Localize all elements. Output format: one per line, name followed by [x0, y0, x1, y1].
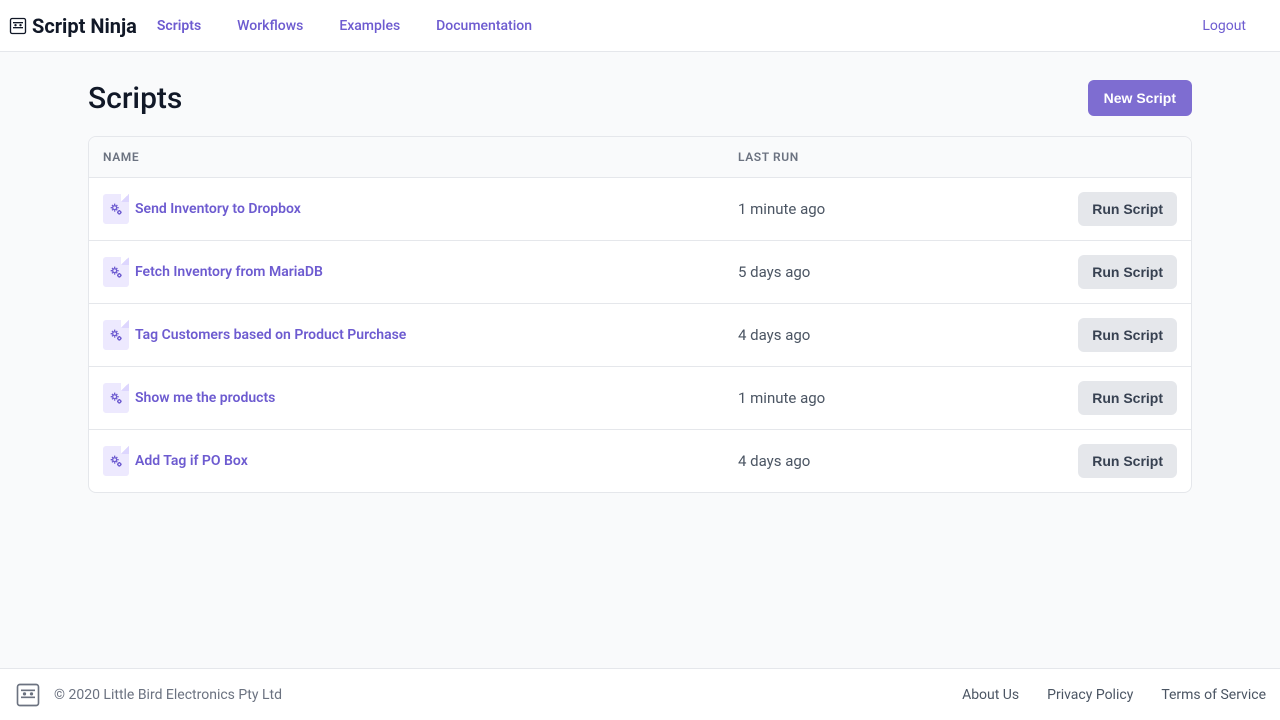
- footer-about-link[interactable]: About Us: [962, 687, 1019, 703]
- last-run-text: 1 minute ago: [738, 389, 1038, 407]
- last-run-text: 1 minute ago: [738, 200, 1038, 218]
- footer: © 2020 Little Bird Electronics Pty Ltd A…: [0, 668, 1280, 720]
- run-script-button[interactable]: Run Script: [1078, 318, 1177, 352]
- page-header: Scripts New Script: [88, 80, 1192, 116]
- table-row: Fetch Inventory from MariaDB 5 days ago …: [89, 241, 1191, 304]
- script-name-link[interactable]: Fetch Inventory from MariaDB: [135, 264, 323, 280]
- last-run-text: 4 days ago: [738, 326, 1038, 344]
- main-nav: Scripts Workflows Examples Documentation: [157, 18, 532, 34]
- main-content: Scripts New Script Name Last Run Send In…: [0, 52, 1280, 668]
- table-row: Send Inventory to Dropbox 1 minute ago R…: [89, 178, 1191, 241]
- nav-examples[interactable]: Examples: [339, 18, 400, 34]
- nav-documentation[interactable]: Documentation: [436, 18, 532, 34]
- run-script-button[interactable]: Run Script: [1078, 192, 1177, 226]
- script-file-icon: [103, 446, 129, 476]
- col-header-last-run: Last Run: [738, 150, 1038, 164]
- last-run-text: 5 days ago: [738, 263, 1038, 281]
- page-title: Scripts: [88, 81, 182, 116]
- nav-workflows[interactable]: Workflows: [237, 18, 303, 34]
- ninja-logo-icon: [8, 16, 28, 36]
- col-header-name: Name: [103, 150, 738, 164]
- brand[interactable]: Script Ninja: [8, 14, 137, 38]
- footer-terms-link[interactable]: Terms of Service: [1161, 687, 1266, 703]
- brand-name: Script Ninja: [32, 14, 137, 38]
- script-file-icon: [103, 383, 129, 413]
- table-header: Name Last Run: [89, 137, 1191, 178]
- run-script-button[interactable]: Run Script: [1078, 444, 1177, 478]
- new-script-button[interactable]: New Script: [1088, 80, 1192, 116]
- scripts-table: Name Last Run Send Inventory to Dropbox …: [88, 136, 1192, 493]
- script-file-icon: [103, 320, 129, 350]
- last-run-text: 4 days ago: [738, 452, 1038, 470]
- run-script-button[interactable]: Run Script: [1078, 255, 1177, 289]
- copyright-text: © 2020 Little Bird Electronics Pty Ltd: [54, 687, 282, 703]
- script-file-icon: [103, 257, 129, 287]
- run-script-button[interactable]: Run Script: [1078, 381, 1177, 415]
- topbar: Script Ninja Scripts Workflows Examples …: [0, 0, 1280, 52]
- nav-scripts[interactable]: Scripts: [157, 18, 201, 34]
- footer-links: About Us Privacy Policy Terms of Service: [962, 687, 1266, 703]
- table-row: Add Tag if PO Box 4 days ago Run Script: [89, 430, 1191, 492]
- table-row: Tag Customers based on Product Purchase …: [89, 304, 1191, 367]
- script-name-link[interactable]: Send Inventory to Dropbox: [135, 201, 301, 217]
- footer-privacy-link[interactable]: Privacy Policy: [1047, 687, 1133, 703]
- logout-link[interactable]: Logout: [1202, 18, 1270, 34]
- script-file-icon: [103, 194, 129, 224]
- script-name-link[interactable]: Show me the products: [135, 390, 275, 406]
- ninja-logo-icon: [14, 681, 42, 709]
- script-name-link[interactable]: Tag Customers based on Product Purchase: [135, 327, 406, 343]
- script-name-link[interactable]: Add Tag if PO Box: [135, 453, 248, 469]
- table-row: Show me the products 1 minute ago Run Sc…: [89, 367, 1191, 430]
